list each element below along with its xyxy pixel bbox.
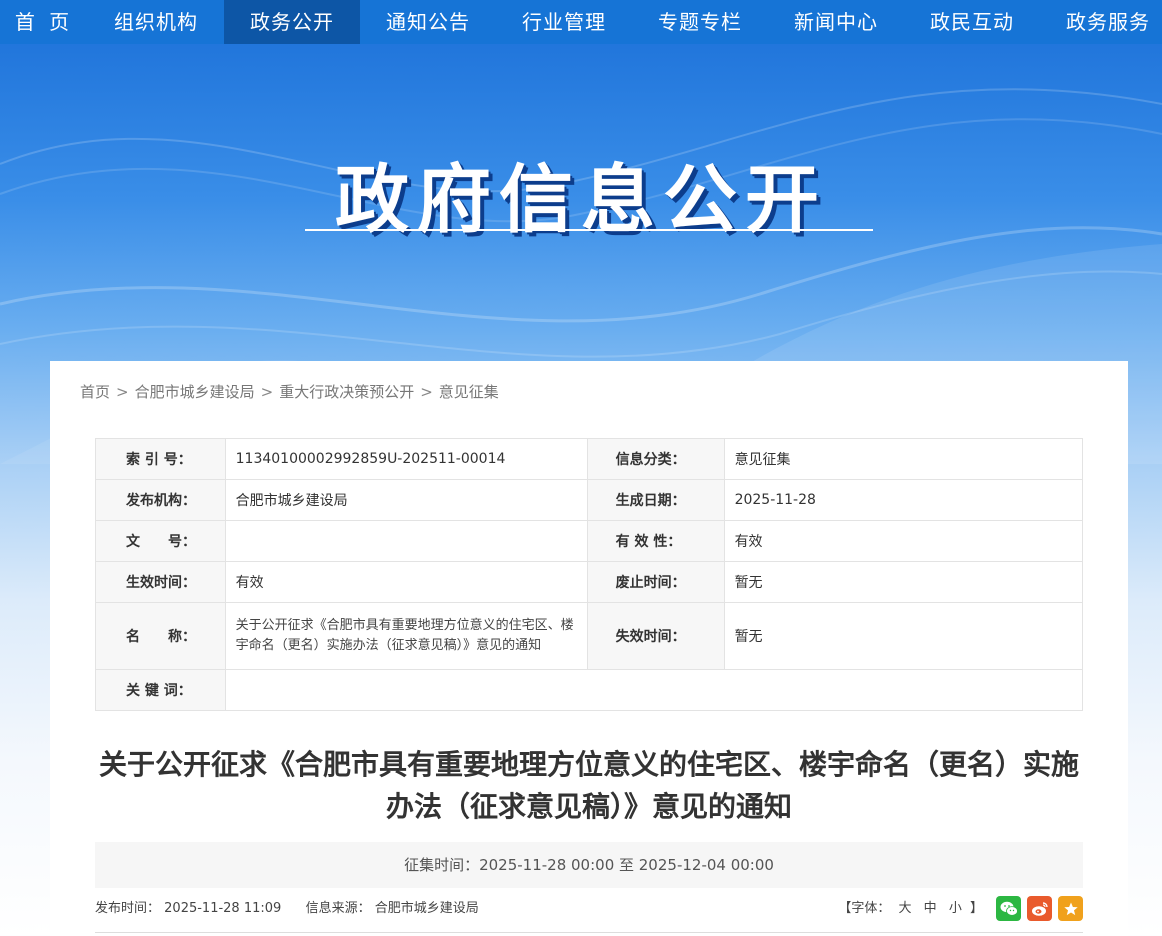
effective-time-value: 有效 [224,561,588,603]
breadcrumb-home[interactable]: 首页 [80,383,110,401]
article-title: 关于公开征求《合肥市具有重要地理方位意义的住宅区、楼宇命名（更名）实施办法（征求… [98,748,1079,823]
table-row: 索 引 号： 11340100002992859U-202511-00014 信… [95,438,1084,480]
table-row: 生效时间： 有效 废止时间： 暂无 [95,561,1084,603]
collection-period: 征集时间：2025-11-28 00:00 至 2025-12-04 00:00 [95,842,1083,888]
star-icon [1063,902,1078,915]
top-nav: 首 页 组织机构 政务公开 通知公告 行业管理 专题专栏 新闻中心 政民互动 政… [0,0,1162,44]
repeal-time-label: 废止时间： [586,561,725,603]
source-value: 合肥市城乡建设局 [374,901,479,916]
table-row: 文 号： 有 效 性： 有效 [95,520,1084,562]
banner-underline [305,229,873,231]
nav-item-notices[interactable]: 通知公告 [360,0,496,44]
breadcrumb-bureau[interactable]: 合肥市城乡建设局 [135,383,255,401]
nav-item-services[interactable]: 政务服务 [1040,0,1162,44]
share-buttons [996,896,1083,921]
nav-item-home[interactable]: 首 页 [0,0,88,44]
wechat-icon [1000,901,1018,916]
repeal-time-value: 暂无 [723,561,1084,603]
publisher-value: 合肥市城乡建设局 [224,479,588,521]
share-weibo-button[interactable] [1027,896,1052,921]
source-label: 信息来源： [305,901,371,916]
effective-time-label: 生效时间： [95,561,226,603]
nav-item-interaction[interactable]: 政民互动 [904,0,1040,44]
category-label: 信息分类： [586,438,725,480]
font-size-label: 【字体： [838,901,891,916]
font-medium-button[interactable]: 中 [924,901,937,916]
keywords-value [224,669,1084,711]
index-no-value: 11340100002992859U-202511-00014 [224,438,588,480]
breadcrumb-separator: > [260,383,274,401]
breadcrumb: 首页 > 合肥市城乡建设局 > 重大行政决策预公开 > 意见征集 [80,381,499,402]
nav-item-government-affairs[interactable]: 政务公开 [224,0,360,44]
font-large-button[interactable]: 大 [899,901,912,916]
share-favorite-button[interactable] [1058,896,1083,921]
index-no-label: 索 引 号： [95,438,226,480]
name-value: 关于公开征求《合肥市具有重要地理方位意义的住宅区、楼宇命名（更名）实施办法（征求… [224,602,588,670]
publish-info: 发布时间： 2025-11-28 11:09 信息来源： 合肥市城乡建设局 [95,895,479,923]
font-size-bracket-end: 】 [969,901,983,916]
validity-value: 有效 [723,520,1084,562]
created-date-value: 2025-11-28 [723,479,1084,521]
table-row: 名 称： 关于公开征求《合肥市具有重要地理方位意义的住宅区、楼宇命名（更名）实施… [95,602,1084,670]
share-wechat-button[interactable] [996,896,1021,921]
breadcrumb-separator: > [420,383,433,401]
article-info-row: 发布时间： 2025-11-28 11:09 信息来源： 合肥市城乡建设局 【字… [95,895,1083,923]
font-small-button[interactable]: 小 [949,901,962,916]
name-label: 名 称： [95,602,226,670]
publish-time-value: 2025-11-28 11:09 [164,901,282,916]
nav-item-special-topics[interactable]: 专题专栏 [632,0,768,44]
publisher-label: 发布机构： [95,479,226,521]
doc-no-label: 文 号： [95,520,226,562]
nav-item-news-center[interactable]: 新闻中心 [768,0,904,44]
doc-no-value [224,520,588,562]
validity-label: 有 效 性： [586,520,725,562]
expire-time-value: 暂无 [723,602,1084,670]
created-date-label: 生成日期： [586,479,725,521]
font-size-control: 【字体： 大 中 小 】 [838,895,983,923]
nav-item-organization[interactable]: 组织机构 [88,0,224,44]
nav-item-industry-management[interactable]: 行业管理 [496,0,632,44]
divider [95,932,1083,933]
table-row: 关 键 词： [95,669,1084,711]
publish-time-label: 发布时间： [95,901,161,916]
table-row: 发布机构： 合肥市城乡建设局 生成日期： 2025-11-28 [95,479,1084,521]
content-card: 首页 > 合肥市城乡建设局 > 重大行政决策预公开 > 意见征集 索 引 号： 113401… [50,361,1128,936]
metadata-table: 索 引 号： 11340100002992859U-202511-00014 信… [95,438,1084,711]
category-value: 意见征集 [723,438,1084,480]
expire-time-label: 失效时间： [586,602,725,670]
breadcrumb-decision-disclosure[interactable]: 重大行政决策预公开 [279,383,414,401]
weibo-icon [1031,901,1048,916]
breadcrumb-separator: > [116,383,129,401]
breadcrumb-opinion-collection[interactable]: 意见征集 [439,383,499,401]
keywords-label: 关 键 词： [95,669,226,711]
